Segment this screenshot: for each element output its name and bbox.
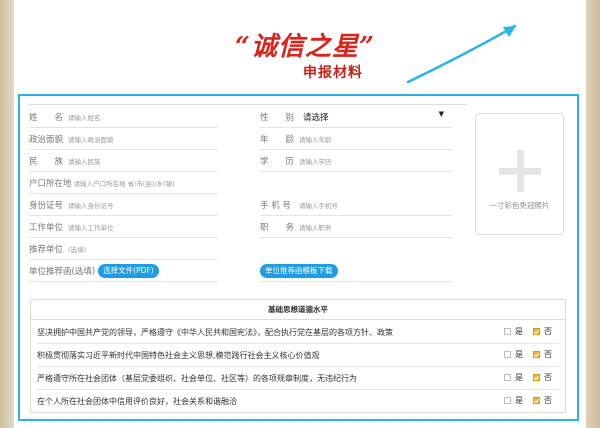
no-label: 否: [544, 327, 552, 336]
no-checkbox-checked[interactable]: [533, 351, 540, 358]
recommender-label: 推荐单位: [29, 244, 64, 255]
gender-label: 性 别: [260, 112, 295, 123]
idcard-label: 身份证号: [29, 200, 64, 211]
table-row: 坚决拥护中国共产党的领导，严格遵守《中华人民共和国宪法》，配合执行党在基层的各项…: [37, 321, 559, 344]
name-field[interactable]: 姓 名 请输入姓名: [29, 106, 218, 128]
age-label: 年 龄: [260, 134, 295, 145]
no-label: 否: [544, 373, 552, 382]
position-input[interactable]: 请输入职务: [299, 222, 332, 232]
hukou-label: 户口所在地: [29, 178, 72, 189]
photo-upload[interactable]: 一寸彩色免冠照片: [475, 113, 564, 235]
no-option[interactable]: 否: [533, 326, 552, 337]
no-option[interactable]: 否: [533, 349, 552, 360]
phone-label: 手 机 号: [260, 200, 291, 211]
age-input[interactable]: 请输入年龄: [299, 134, 332, 144]
upload-file-button[interactable]: 选择文件(PDF): [98, 263, 159, 278]
yes-checkbox[interactable]: [504, 374, 511, 381]
application-form: 姓 名 请输入姓名 政治面貌 请输入政治面貌 民 族 请输入民族 户口所在地 请…: [18, 94, 579, 421]
yes-checkbox[interactable]: [504, 351, 511, 358]
idcard-field[interactable]: 身份证号 请输入身份证号: [29, 194, 218, 216]
form-top-divider: [29, 104, 467, 105]
yes-checkbox[interactable]: [504, 397, 511, 404]
row-statement: 严格遵守所在社会团体（基层党委组织、社会单位、社区等）的各项规章制度，无违纪行为: [37, 374, 357, 383]
gender-select[interactable]: 性 别 请选择 ▼: [260, 106, 452, 128]
template-download-field: 单位推荐函模板下载: [260, 260, 452, 282]
hukou-field[interactable]: 户口所在地 请输入户口所在地 省/市(县)/乡(镇): [29, 172, 218, 194]
gender-value[interactable]: 请选择: [303, 111, 329, 123]
position-label: 职 务: [260, 222, 295, 233]
recommender-field[interactable]: 推荐单位 (选填): [29, 238, 218, 260]
ethnicity-input[interactable]: 请输入民族: [68, 156, 101, 166]
yes-label: 是: [515, 350, 523, 359]
plus-icon-vertical: [517, 150, 524, 192]
education-field[interactable]: 学 历 请输入学历: [260, 150, 452, 172]
no-option[interactable]: 否: [533, 372, 552, 383]
no-checkbox-checked[interactable]: [533, 328, 540, 335]
no-option[interactable]: 否: [533, 395, 552, 406]
template-download-button[interactable]: 单位推荐函模板下载: [260, 263, 338, 278]
dropdown-arrow-icon[interactable]: ▼: [439, 110, 444, 118]
letter-label: 单位推荐函(选填): [29, 266, 96, 277]
politics-field[interactable]: 政治面貌 请输入政治面貌: [29, 128, 218, 150]
yes-option[interactable]: 是: [504, 349, 523, 360]
no-label: 否: [544, 396, 552, 405]
no-checkbox-checked[interactable]: [533, 374, 540, 381]
row-statement: 积极贯彻落实习近平新时代中国特色社会主义思想,模范践行社会主义核心价值观: [37, 351, 320, 360]
yes-checkbox[interactable]: [504, 328, 511, 335]
yes-option[interactable]: 是: [504, 372, 523, 383]
idcard-input[interactable]: 请输入身份证号: [68, 200, 114, 210]
swish-arrow-icon: [406, 24, 517, 84]
phone-input[interactable]: 请输入手机号: [299, 200, 338, 210]
yes-label: 是: [515, 396, 523, 405]
recommender-input[interactable]: (选填): [68, 244, 86, 254]
phone-field[interactable]: 手 机 号 请输入手机号: [260, 194, 452, 216]
table-row: 积极贯彻落实习近平新时代中国特色社会主义思想,模范践行社会主义核心价值观 是 否: [37, 344, 559, 367]
row-statement: 坚决拥护中国共产党的领导，严格遵守《中华人民共和国宪法》，配合执行党在基层的各项…: [37, 328, 393, 337]
ethnicity-label: 民 族: [29, 156, 64, 167]
education-input[interactable]: 请输入学历: [299, 156, 332, 166]
employer-input[interactable]: 请输入工作单位: [68, 222, 114, 232]
hukou-input[interactable]: 请输入户口所在地 省/市(县)/乡(镇): [74, 178, 175, 188]
employer-label: 工作单位: [29, 222, 64, 233]
politics-input[interactable]: 请输入政治面貌: [68, 134, 114, 144]
table-row: 严格遵守所在社会团体（基层党委组织、社会单位、社区等）的各项规章制度，无违纪行为…: [37, 367, 559, 390]
name-label: 姓 名: [29, 112, 64, 123]
no-label: 否: [544, 350, 552, 359]
letter-upload-field: 单位推荐函(选填) 选择文件(PDF): [29, 260, 218, 282]
position-field[interactable]: 职 务 请输入职务: [260, 216, 452, 238]
row-statement: 在个人所在社会团体中信用评价良好，社会关系和谐融洽: [37, 397, 237, 406]
politics-label: 政治面貌: [29, 134, 64, 145]
yes-label: 是: [515, 327, 523, 336]
table-row: 在个人所在社会团体中信用评价良好，社会关系和谐融洽 是 否: [37, 390, 559, 412]
education-label: 学 历: [260, 156, 295, 167]
no-checkbox-checked[interactable]: [533, 397, 540, 404]
photo-label: 一寸彩色免冠照片: [489, 201, 550, 210]
yes-option[interactable]: 是: [504, 326, 523, 337]
name-input[interactable]: 请输入姓名: [68, 112, 101, 122]
yes-option[interactable]: 是: [504, 395, 523, 406]
yes-label: 是: [515, 373, 523, 382]
ethnicity-field[interactable]: 民 族 请输入民族: [29, 150, 218, 172]
age-field[interactable]: 年 龄 请输入年龄: [260, 128, 452, 150]
ideology-table-title: 基础思想道德水平: [31, 300, 565, 320]
ideology-table: 基础思想道德水平 坚决拥护中国共产党的领导，严格遵守《中华人民共和国宪法》，配合…: [30, 299, 566, 413]
employer-field[interactable]: 工作单位 请输入工作单位: [29, 216, 218, 238]
